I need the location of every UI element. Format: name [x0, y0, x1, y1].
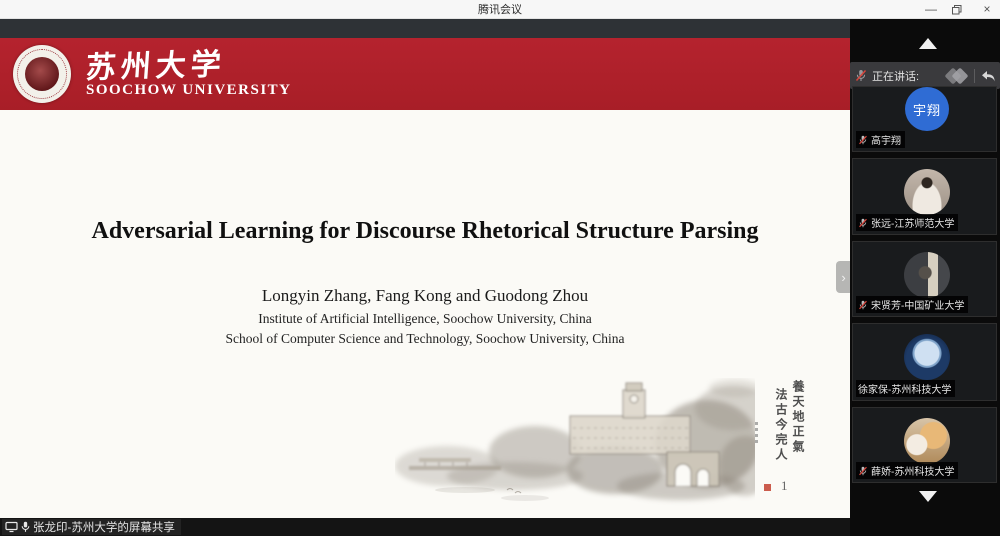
- participant-name: 宋贤芳-中国矿业大学: [871, 297, 964, 312]
- presentation-slide: Adversarial Learning for Discourse Rheto…: [0, 110, 850, 518]
- campus-painting-illustration: [395, 378, 755, 510]
- avatar: 宇翔: [905, 87, 949, 131]
- screen-share-view: 苏州大学 SOOCHOW UNIVERSITY Adversarial Lear…: [0, 19, 850, 536]
- motto-column-1: 養天地正氣: [790, 380, 807, 455]
- muted-mic-icon: [855, 69, 867, 82]
- speaking-now-bar[interactable]: 正在讲话:: [850, 62, 1000, 89]
- slide-title: Adversarial Learning for Discourse Rheto…: [0, 218, 850, 245]
- reply-arrow-icon[interactable]: [981, 70, 995, 82]
- presenter-mic-icon: [21, 521, 30, 533]
- restore-icon: [952, 5, 962, 15]
- artist-signature-mark: [755, 422, 758, 444]
- university-seal-logo: [13, 45, 71, 103]
- avatar: [904, 334, 950, 380]
- screen-share-icon: [5, 521, 18, 533]
- participant-tile[interactable]: 徐家保-苏州科技大学: [852, 323, 997, 401]
- slide-affiliation-2: School of Computer Science and Technolog…: [0, 331, 850, 347]
- muted-mic-icon: [858, 466, 868, 476]
- participant-name: 徐家保-苏州科技大学: [858, 381, 951, 396]
- sidebar-collapse-handle[interactable]: ›: [836, 261, 851, 293]
- presentation-app-strip: [0, 19, 850, 38]
- speaking-bar-divider: [974, 69, 975, 83]
- close-button[interactable]: ×: [980, 0, 994, 19]
- scroll-down-button[interactable]: [919, 491, 937, 502]
- window-title: 腾讯会议: [478, 1, 522, 17]
- window-titlebar: 腾讯会议 — ×: [0, 0, 1000, 19]
- campus-ink-painting: 養天地正氣 法古今完人 1: [395, 378, 825, 510]
- speaking-now-label: 正在讲话:: [872, 68, 919, 84]
- slide-authors: Longyin Zhang, Fang Kong and Guodong Zho…: [0, 286, 850, 306]
- participant-name-chip: 徐家保-苏州科技大学: [856, 380, 955, 397]
- university-name-chinese: 苏州大学: [84, 39, 227, 87]
- university-banner: 苏州大学 SOOCHOW UNIVERSITY: [0, 38, 850, 110]
- share-status-bar: 张龙印-苏州大学的屏幕共享: [0, 518, 850, 536]
- participant-tile[interactable]: 张远-江苏师范大学: [852, 158, 997, 235]
- slide-page-number: 1: [781, 478, 788, 494]
- window-controls: — ×: [924, 0, 994, 19]
- participant-name-chip: 薛娇-苏州科技大学: [856, 462, 958, 479]
- participant-tile[interactable]: 宋贤芳-中国矿业大学: [852, 241, 997, 317]
- share-status-label: 张龙印-苏州大学的屏幕共享: [33, 519, 175, 535]
- participant-name: 薛娇-苏州科技大学: [871, 463, 954, 478]
- share-status-chip: 张龙印-苏州大学的屏幕共享: [2, 519, 181, 535]
- avatar: [904, 418, 950, 464]
- participant-name-chip: 宋贤芳-中国矿业大学: [856, 296, 968, 313]
- minimize-button[interactable]: —: [924, 0, 938, 19]
- avatar: [904, 252, 950, 298]
- scroll-up-button[interactable]: [919, 38, 937, 49]
- participants-sidebar: 正在讲话: 宇翔 高宇翔: [850, 19, 1000, 536]
- university-name-english: SOOCHOW UNIVERSITY: [86, 82, 292, 99]
- tencent-meeting-window: 腾讯会议 — × 苏州大学 SOOCHOW UNIVERSITY: [0, 0, 1000, 536]
- muted-mic-icon: [858, 135, 868, 145]
- slide-affiliation-1: Institute of Artificial Intelligence, So…: [0, 311, 850, 327]
- avatar: [904, 169, 950, 215]
- participant-name-chip: 高宇翔: [856, 131, 905, 148]
- restore-button[interactable]: [952, 5, 966, 15]
- participant-name-chip: 张远-江苏师范大学: [856, 214, 958, 231]
- muted-mic-icon: [858, 218, 868, 228]
- motto-column-2: 法古今完人: [773, 388, 790, 463]
- muted-mic-icon: [858, 300, 868, 310]
- seal-core: [25, 57, 59, 91]
- participant-name: 张远-江苏师范大学: [871, 215, 954, 230]
- chevron-right-icon: ›: [841, 270, 845, 285]
- participant-tile[interactable]: 薛娇-苏州科技大学: [852, 407, 997, 483]
- participant-name: 高宇翔: [871, 132, 901, 147]
- artist-red-seal: [764, 484, 771, 491]
- participant-tile[interactable]: 宇翔 高宇翔: [852, 86, 997, 152]
